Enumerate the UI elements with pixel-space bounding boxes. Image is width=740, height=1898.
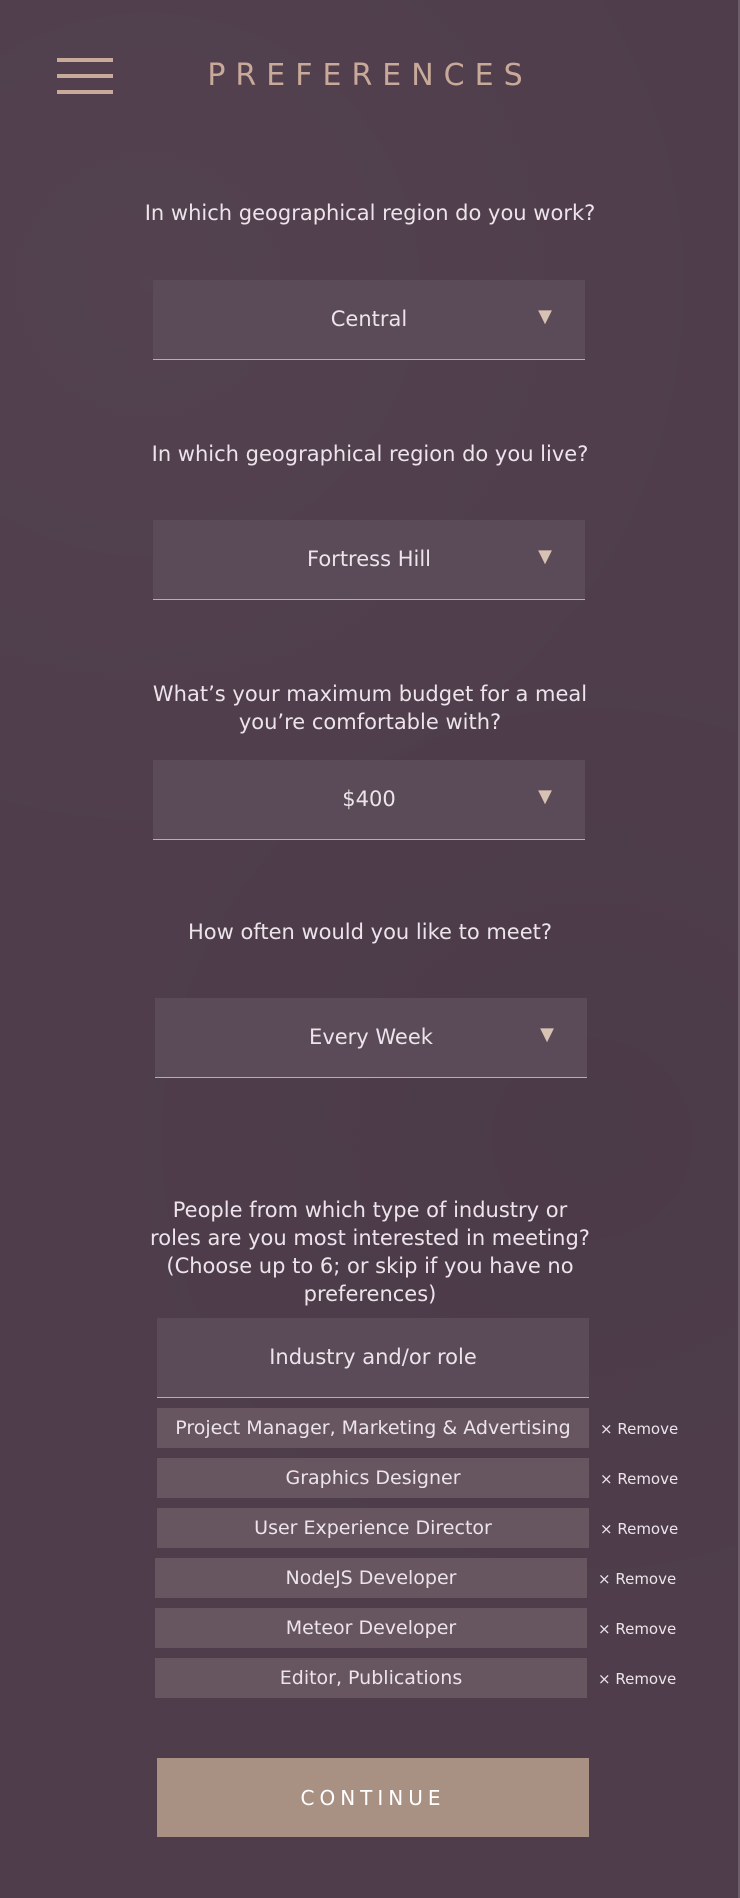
budget-select[interactable]: $400 ▼ [153,760,585,840]
frequency-select[interactable]: Every Week ▼ [155,998,587,1078]
industry-role-placeholder: Industry and/or role [269,1345,477,1369]
remove-role-button[interactable]: × Remove [598,1569,676,1589]
remove-role-button[interactable]: × Remove [598,1669,676,1689]
preferences-screen: PREFERENCES In which geographical region… [0,0,740,1898]
live-region-question: In which geographical region do you live… [151,442,589,466]
remove-role-button[interactable]: × Remove [600,1519,678,1539]
page-title: PREFERENCES [207,58,533,93]
live-region-select[interactable]: Fortress Hill ▼ [153,520,585,600]
work-region-select[interactable]: Central ▼ [153,280,585,360]
industry-question: People from which type of industry or ro… [150,1198,590,1306]
remove-role-button[interactable]: × Remove [600,1419,678,1439]
role-tag: Project Manager, Marketing & Advertising [157,1408,589,1448]
frequency-question: How often would you like to meet? [187,920,553,944]
frequency-value: Every Week [309,1025,433,1049]
remove-role-button[interactable]: × Remove [598,1619,676,1639]
budget-value: $400 [342,787,396,811]
budget-question: What’s your maximum budget for a meal yo… [152,682,588,734]
remove-role-button[interactable]: × Remove [600,1469,678,1489]
dropdown-arrow-icon: ▼ [540,1024,554,1045]
work-region-value: Central [330,307,408,331]
industry-role-input[interactable]: Industry and/or role [157,1318,589,1398]
dropdown-arrow-icon: ▼ [538,546,552,567]
work-region-question: In which geographical region do you work… [144,201,596,225]
role-tag: NodeJS Developer [155,1558,587,1598]
role-tag: User Experience Director [157,1508,589,1548]
continue-button[interactable]: CONTINUE [157,1758,589,1837]
dropdown-arrow-icon: ▼ [538,786,552,807]
dropdown-arrow-icon: ▼ [538,306,552,327]
role-tag: Meteor Developer [155,1608,587,1648]
live-region-value: Fortress Hill [307,547,431,571]
role-tag: Graphics Designer [157,1458,589,1498]
role-tag: Editor, Publications [155,1658,587,1698]
